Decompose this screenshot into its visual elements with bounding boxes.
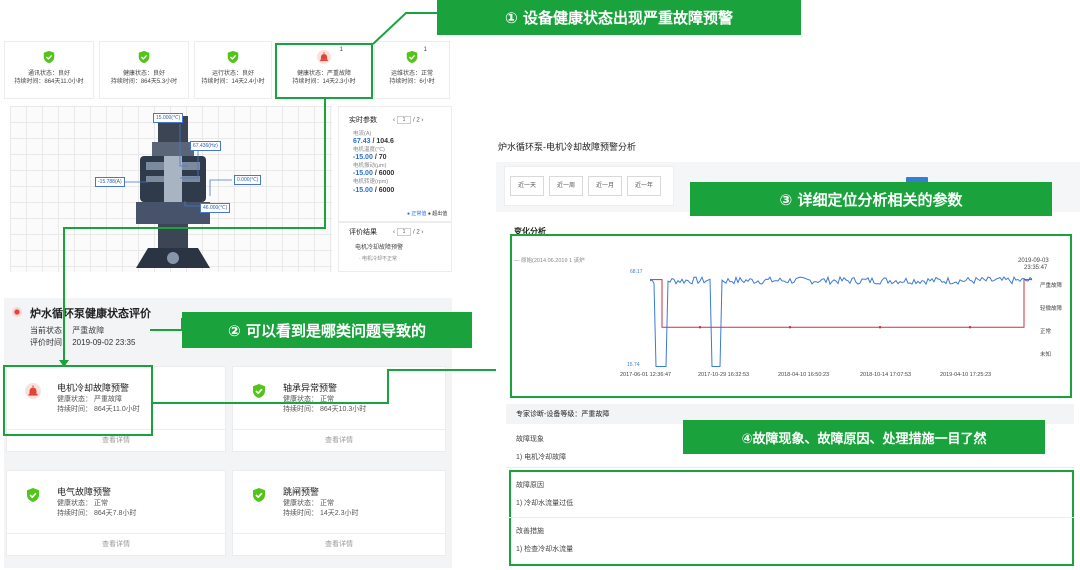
tab-range-1[interactable]: 近一周: [549, 176, 583, 196]
series-state-line: [650, 279, 1032, 328]
x-tick-label: 2018-04-10 16:50:23: [778, 372, 830, 378]
state-point: [788, 326, 792, 329]
state-axis-label: 未知: [1040, 352, 1052, 358]
x-tick-label: 2017-06-01 12:36:47: [620, 372, 672, 378]
symptom-item: 1) 电机冷却故障: [516, 454, 567, 461]
x-tick-label: 2018-10-14 17:07:53: [860, 372, 912, 378]
cause-item: 1) 冷却水流量过低: [516, 500, 574, 507]
series-raw-line: [649, 275, 1033, 367]
state-point: [878, 326, 882, 329]
highlight-diagnosis: [509, 470, 1074, 566]
state-point: [968, 326, 972, 329]
measure-item: 1) 检查冷却水流量: [516, 546, 574, 553]
callout-4: ④故障现象、故障原因、处理措施一目了然: [683, 420, 1045, 454]
measure-title: 改善措施: [516, 528, 544, 535]
diagnosis-header: 专家诊断-设备等级：严重故障: [516, 411, 610, 418]
callout-2: ② 可以看到是哪类问题导致的: [182, 312, 472, 348]
x-tick-label: 2019-04-10 17:25:23: [940, 372, 992, 378]
analysis-title: 炉水循环泵-电机冷却故障预警分析: [498, 142, 636, 152]
symptom-title: 故障现象: [516, 436, 544, 443]
tab-range-2[interactable]: 近一月: [588, 176, 622, 196]
chart-legend: — 原始(2014.06.2019 1 该炉: [514, 258, 585, 264]
state-axis-label: 轻微故障: [1040, 306, 1063, 312]
divider: [506, 467, 1074, 468]
tab-range-3[interactable]: 近一年: [627, 176, 661, 196]
state-axis-label: 严重故障: [1040, 283, 1063, 289]
trend-chart: [649, 275, 1033, 367]
x-tick-label: 2017-10-29 16:32:53: [698, 372, 750, 378]
state-point: [698, 326, 702, 329]
callout-1: ① 设备健康状态出现严重故障预警: [437, 0, 801, 35]
tab-range-0[interactable]: 近一天: [510, 176, 544, 196]
cause-title: 故障原因: [516, 482, 544, 489]
chart-y-bottom: 15.74: [627, 362, 640, 368]
divider: [506, 517, 1074, 518]
callout-3: ③ 详细定位分析相关的参数: [690, 182, 1052, 216]
state-axis-label: 正常: [1040, 329, 1052, 335]
